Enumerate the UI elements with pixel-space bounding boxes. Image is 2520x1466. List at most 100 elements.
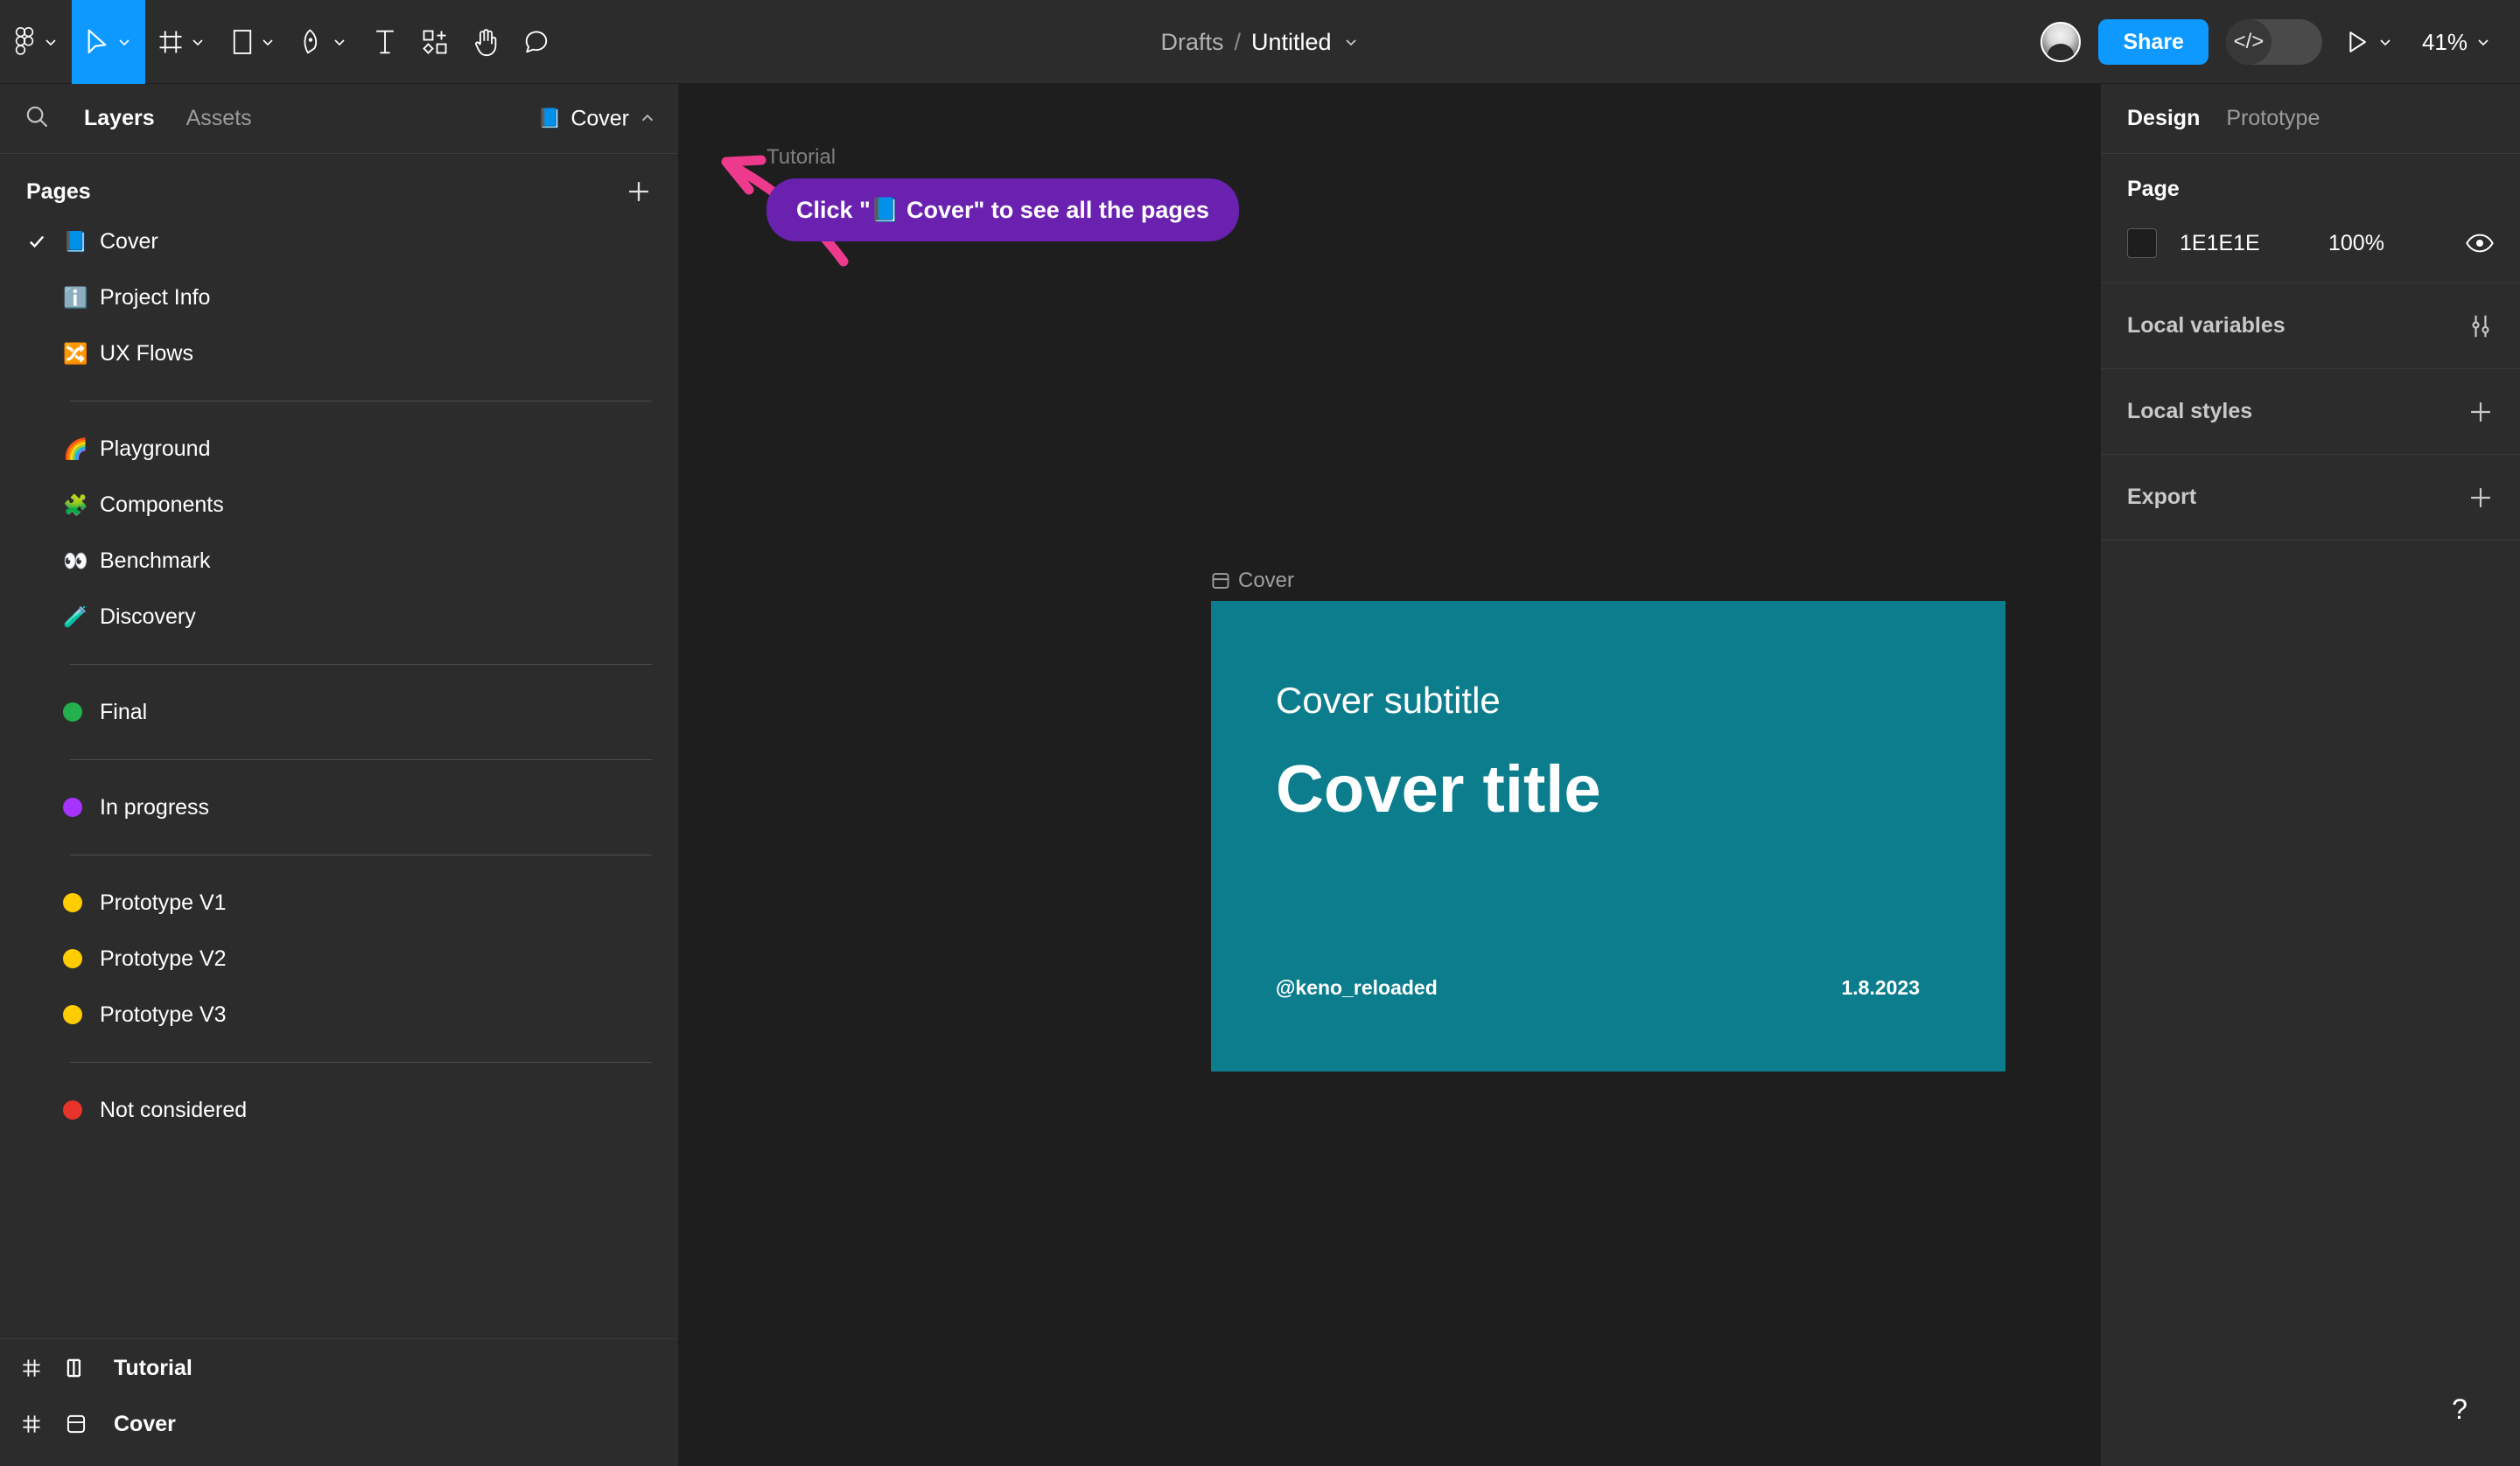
page-list-item[interactable]: 📘 Cover xyxy=(0,213,678,269)
status-dot xyxy=(63,1005,82,1024)
tutorial-label: Tutorial xyxy=(766,145,836,169)
cover-handle[interactable]: @keno_reloaded xyxy=(1276,976,1438,1000)
page-list-item[interactable]: Not considered xyxy=(0,1082,678,1138)
page-section-title: Page xyxy=(2127,177,2180,201)
page-properties-section: Page 1E1E1E 100% xyxy=(2101,154,2520,283)
right-sidebar: Design Prototype Page 1E1E1E 100% Local … xyxy=(2100,84,2520,1466)
current-page-badge[interactable]: 📘 Cover xyxy=(538,106,657,131)
chevron-down-icon[interactable] xyxy=(1342,33,1360,51)
breadcrumb-file-name[interactable]: Untitled xyxy=(1251,29,1332,56)
page-emoji-icon: 👀 xyxy=(63,548,88,572)
page-fill-opacity[interactable]: 100% xyxy=(2328,231,2466,256)
layer-list-item[interactable]: Cover xyxy=(0,1396,678,1452)
layer-item-label: Tutorial xyxy=(114,1355,192,1380)
layers-list: TutorialCover@keno_reloaded1.8.2023 xyxy=(0,1340,678,1466)
chevron-down-icon xyxy=(46,38,56,45)
page-fill-hex[interactable]: 1E1E1E xyxy=(2180,231,2328,256)
pen-tool-icon[interactable] xyxy=(289,0,360,84)
page-list-item[interactable]: 🔀 UX Flows xyxy=(0,325,678,381)
status-dot xyxy=(63,702,82,722)
page-item-label: Discovery xyxy=(100,604,196,629)
variables-icon[interactable] xyxy=(2468,313,2494,339)
layer-list-item[interactable]: Tutorial xyxy=(0,1340,678,1396)
hand-tool-icon[interactable] xyxy=(460,0,511,84)
dev-mode-toggle[interactable]: </> xyxy=(2225,19,2322,65)
page-fill-swatch[interactable] xyxy=(2127,228,2157,258)
chevron-down-icon xyxy=(262,38,273,45)
page-item-label: Prototype V2 xyxy=(100,946,227,971)
export-row[interactable]: Export xyxy=(2101,455,2520,541)
export-label: Export xyxy=(2127,485,2197,509)
page-item-label: Final xyxy=(100,699,148,724)
page-list-item[interactable]: In progress xyxy=(0,779,678,835)
breadcrumb[interactable]: Drafts / Untitled xyxy=(1160,29,1359,56)
tab-layers[interactable]: Layers xyxy=(68,106,171,131)
page-divider xyxy=(70,1062,652,1063)
shape-tool-icon[interactable] xyxy=(219,0,289,84)
zoom-control[interactable]: 41% xyxy=(2417,29,2497,56)
layer-item-label: Cover xyxy=(114,1411,176,1436)
page-list-item[interactable]: 👀 Benchmark xyxy=(0,533,678,589)
chevron-down-icon xyxy=(192,38,203,45)
page-list-item[interactable]: ℹ️ Project Info xyxy=(0,269,678,325)
search-icon[interactable] xyxy=(24,104,49,133)
plus-icon[interactable] xyxy=(2468,399,2494,425)
tab-design[interactable]: Design xyxy=(2127,106,2200,131)
cover-title[interactable]: Cover title xyxy=(1276,751,1601,827)
page-list-item[interactable]: 🌈 Playground xyxy=(0,421,678,477)
page-list-item[interactable]: Prototype V1 xyxy=(0,875,678,931)
tab-prototype[interactable]: Prototype xyxy=(2226,106,2320,131)
section-icon xyxy=(65,1357,114,1379)
page-emoji-icon: 🌈 xyxy=(63,436,88,460)
page-fill-row: 1E1E1E 100% xyxy=(2127,228,2494,258)
book-icon: 📘 xyxy=(537,107,563,129)
resources-icon[interactable] xyxy=(410,0,460,84)
top-toolbar: Drafts / Untitled Share </> 41% xyxy=(0,0,2520,84)
text-tool-icon[interactable] xyxy=(360,0,410,84)
plus-icon[interactable] xyxy=(2468,485,2494,511)
move-tool-icon[interactable] xyxy=(72,0,145,84)
help-button[interactable]: ? xyxy=(2432,1382,2487,1436)
page-list-item[interactable]: 🧪 Discovery xyxy=(0,589,678,645)
breadcrumb-project[interactable]: Drafts xyxy=(1160,29,1223,56)
share-button[interactable]: Share xyxy=(2098,19,2208,65)
page-item-label: Prototype V1 xyxy=(100,890,227,915)
cover-frame-label[interactable]: Cover xyxy=(1211,569,2006,593)
layout-grid-icon xyxy=(21,1358,65,1379)
cover-frame[interactable]: Cover subtitle Cover title @keno_reloade… xyxy=(1211,601,2006,1072)
frame-tool-icon[interactable] xyxy=(145,0,219,84)
tutorial-annotation: Tutorial Click "📘 Cover" to see all the … xyxy=(766,145,1239,241)
status-dot xyxy=(63,893,82,912)
cover-date[interactable]: 1.8.2023 xyxy=(1841,976,1920,1000)
pages-header: Pages xyxy=(0,154,678,213)
canvas-viewport[interactable]: Frame Tutorial Click "📘 Cover" to see al… xyxy=(679,84,2100,1466)
layer-list-item[interactable]: @keno_reloaded xyxy=(0,1452,678,1466)
check-icon xyxy=(26,231,63,252)
zoom-level-label: 41% xyxy=(2421,28,2468,55)
figma-logo-icon[interactable] xyxy=(0,0,72,84)
status-dot xyxy=(63,798,82,817)
chevron-down-icon xyxy=(334,38,345,45)
add-page-button[interactable] xyxy=(626,178,652,205)
local-styles-row[interactable]: Local styles xyxy=(2101,369,2520,455)
page-emoji-icon: ℹ️ xyxy=(63,285,88,309)
cover-subtitle[interactable]: Cover subtitle xyxy=(1276,680,1501,722)
right-sidebar-tabbar: Design Prototype xyxy=(2101,84,2520,154)
frame-icon xyxy=(1212,573,1229,589)
page-item-label: Benchmark xyxy=(100,548,211,573)
present-button[interactable] xyxy=(2340,30,2399,54)
page-list-item[interactable]: 🧩 Components xyxy=(0,477,678,533)
tutorial-bubble[interactable]: Click "📘 Cover" to see all the pages xyxy=(766,178,1239,241)
left-sidebar: Layers Assets 📘 Cover Pages 📘 Cover ℹ️ Proj… xyxy=(0,84,679,1466)
page-list-item[interactable]: Prototype V2 xyxy=(0,931,678,987)
comment-icon[interactable] xyxy=(511,0,562,84)
avatar[interactable] xyxy=(2040,22,2082,62)
page-list-item[interactable]: Prototype V3 xyxy=(0,987,678,1043)
local-variables-row[interactable]: Local variables xyxy=(2101,283,2520,369)
page-emoji-icon: 🔀 xyxy=(63,341,88,365)
page-list-item[interactable]: Final xyxy=(0,684,678,740)
page-item-label: Cover xyxy=(100,228,158,254)
page-item-label: In progress xyxy=(100,794,210,820)
tab-assets[interactable]: Assets xyxy=(171,106,268,131)
eye-icon[interactable] xyxy=(2466,233,2494,254)
